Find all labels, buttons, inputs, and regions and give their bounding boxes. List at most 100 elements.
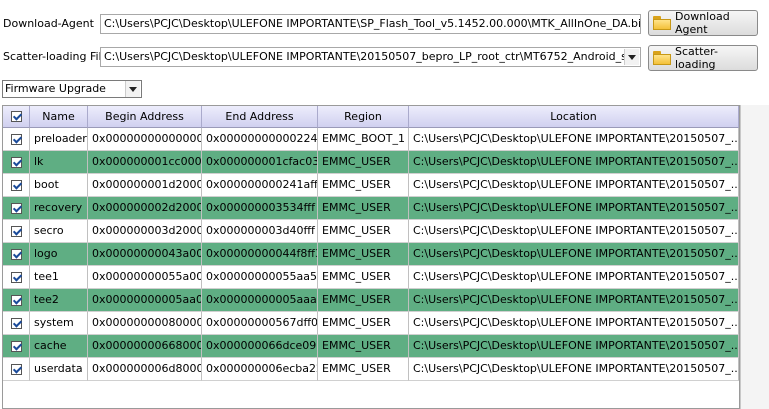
download-agent-path-field[interactable]: C:\Users\PCJC\Desktop\ULEFONE IMPORTANTE… (100, 14, 641, 34)
row-checkbox[interactable] (10, 202, 22, 214)
partition-name: preloader (30, 128, 88, 151)
begin-address: 0x0000000000000000 (88, 128, 202, 151)
begin-address: 0x0000000066800000 (88, 335, 202, 358)
table-row[interactable]: userdata0x000000006d8000000x000000006ecb… (3, 358, 739, 381)
end-address: 0x000000003d40fff (202, 220, 318, 243)
region: EMMC_USER (318, 335, 409, 358)
chevron-down-icon[interactable] (624, 49, 639, 65)
column-header-location[interactable]: Location (409, 106, 739, 128)
region: EMMC_USER (318, 243, 409, 266)
row-checkbox-cell[interactable] (3, 289, 30, 312)
row-checkbox[interactable] (10, 271, 22, 283)
end-address: 0x000000000241afff (202, 174, 318, 197)
row-checkbox-cell[interactable] (3, 174, 30, 197)
partition-name: recovery (30, 197, 88, 220)
region: EMMC_USER (318, 220, 409, 243)
column-header-end-address[interactable]: End Address (202, 106, 318, 128)
column-header-region[interactable]: Region (318, 106, 409, 128)
column-header-begin-address[interactable]: Begin Address (88, 106, 202, 128)
table-row[interactable]: logo0x00000000043a00000x00000000044f8ff3… (3, 243, 739, 266)
end-address: 0x000000006ecba22b (202, 358, 318, 381)
folder-icon (653, 16, 671, 30)
row-checkbox-cell[interactable] (3, 128, 30, 151)
end-address: 0x00000000005aaa5ff (202, 289, 318, 312)
download-mode-value: Firmware Upgrade (5, 82, 106, 95)
end-address: 0x00000000055aa5ff (202, 266, 318, 289)
region: EMMC_USER (318, 174, 409, 197)
partition-name: cache (30, 335, 88, 358)
row-checkbox[interactable] (10, 294, 22, 306)
location: C:\Users\PCJC\Desktop\ULEFONE IMPORTANTE… (409, 128, 739, 151)
select-all-checkbox[interactable] (10, 111, 22, 122)
scatter-loading-button[interactable]: Scatter-loading (648, 45, 758, 71)
end-address: 0x00000000044f8ff3 (202, 243, 318, 266)
row-checkbox-cell[interactable] (3, 266, 30, 289)
row-checkbox-cell[interactable] (3, 151, 30, 174)
partition-name: boot (30, 174, 88, 197)
table-header: Name Begin Address End Address Region Lo… (3, 106, 739, 128)
region: EMMC_USER (318, 197, 409, 220)
row-checkbox-cell[interactable] (3, 358, 30, 381)
end-address: 0x000000066dce093 (202, 335, 318, 358)
table-body: preloader0x00000000000000000x00000000000… (3, 128, 739, 381)
begin-address: 0x000000003d20000 (88, 220, 202, 243)
scatter-loading-path-text: C:\Users\PCJC\Desktop\ULEFONE IMPORTANTE… (104, 50, 641, 63)
row-checkbox[interactable] (10, 340, 22, 352)
location: C:\Users\PCJC\Desktop\ULEFONE IMPORTANTE… (409, 335, 739, 358)
row-checkbox[interactable] (10, 363, 22, 375)
row-checkbox-cell[interactable] (3, 312, 30, 335)
region: EMMC_USER (318, 312, 409, 335)
location: C:\Users\PCJC\Desktop\ULEFONE IMPORTANTE… (409, 220, 739, 243)
chevron-down-icon[interactable] (125, 81, 140, 97)
select-all-cell[interactable] (3, 106, 30, 128)
location: C:\Users\PCJC\Desktop\ULEFONE IMPORTANTE… (409, 358, 739, 381)
begin-address: 0x00000000043a0000 (88, 243, 202, 266)
partition-name: secro (30, 220, 88, 243)
region: EMMC_BOOT_1 (318, 128, 409, 151)
begin-address: 0x00000000055a0000 (88, 266, 202, 289)
partition-grid: Name Begin Address End Address Region Lo… (3, 106, 739, 381)
table-row[interactable]: secro 0x000000003d20000 0x000000003d40fff E… (3, 220, 739, 243)
row-checkbox-cell[interactable] (3, 197, 30, 220)
download-mode-select[interactable]: Firmware Upgrade (2, 80, 142, 98)
download-agent-label: Download-Agent (3, 17, 94, 30)
location: C:\Users\PCJC\Desktop\ULEFONE IMPORTANTE… (409, 312, 739, 335)
row-checkbox-cell[interactable] (3, 243, 30, 266)
location: C:\Users\PCJC\Desktop\ULEFONE IMPORTANTE… (409, 289, 739, 312)
region: EMMC_USER (318, 358, 409, 381)
table-row[interactable]: lk 0x000000001cc0000 0x000000001cfac03 EMMC… (3, 151, 739, 174)
table-row[interactable]: boot 0x000000001d20000 0x000000000241afff E… (3, 174, 739, 197)
partition-name: tee1 (30, 266, 88, 289)
column-header-name[interactable]: Name (30, 106, 88, 128)
row-checkbox[interactable] (10, 156, 22, 168)
row-checkbox[interactable] (10, 225, 22, 237)
row-checkbox-cell[interactable] (3, 335, 30, 358)
partition-name: tee2 (30, 289, 88, 312)
row-checkbox[interactable] (10, 179, 22, 191)
download-agent-button[interactable]: Download Agent (648, 10, 758, 36)
end-address: 0x000000001cfac03 (202, 151, 318, 174)
table-row[interactable]: tee20x00000000005aa00000x00000000005aaa5… (3, 289, 739, 312)
end-address: 0x00000000000224fb (202, 128, 318, 151)
table-row[interactable]: recovery 0x000000002d20000 0x000000003534f… (3, 197, 739, 220)
location: C:\Users\PCJC\Desktop\ULEFONE IMPORTANTE… (409, 266, 739, 289)
row-checkbox[interactable] (10, 133, 22, 145)
begin-address: 0x000000001d20000 (88, 174, 202, 197)
partition-table: Name Begin Address End Address Region Lo… (2, 105, 740, 409)
table-row[interactable]: system0x00000000080000000x00000000567dff… (3, 312, 739, 335)
partition-name: userdata (30, 358, 88, 381)
table-row[interactable]: tee10x00000000055a00000x00000000055aa5ff… (3, 266, 739, 289)
folder-icon (653, 51, 671, 65)
vertical-scrollbar[interactable] (740, 105, 769, 409)
table-row[interactable]: cache0x00000000668000000x000000066dce093… (3, 335, 739, 358)
row-checkbox-cell[interactable] (3, 220, 30, 243)
row-checkbox[interactable] (10, 317, 22, 329)
begin-address: 0x000000001cc0000 (88, 151, 202, 174)
table-row[interactable]: preloader0x00000000000000000x00000000000… (3, 128, 739, 151)
scatter-loading-path-combo[interactable]: C:\Users\PCJC\Desktop\ULEFONE IMPORTANTE… (100, 47, 641, 67)
row-checkbox[interactable] (10, 248, 22, 260)
scatter-loading-label: Scatter-loading File (3, 50, 109, 63)
region: EMMC_USER (318, 151, 409, 174)
end-address: 0x00000000567dff0b (202, 312, 318, 335)
begin-address: 0x00000000005aa0000 (88, 289, 202, 312)
